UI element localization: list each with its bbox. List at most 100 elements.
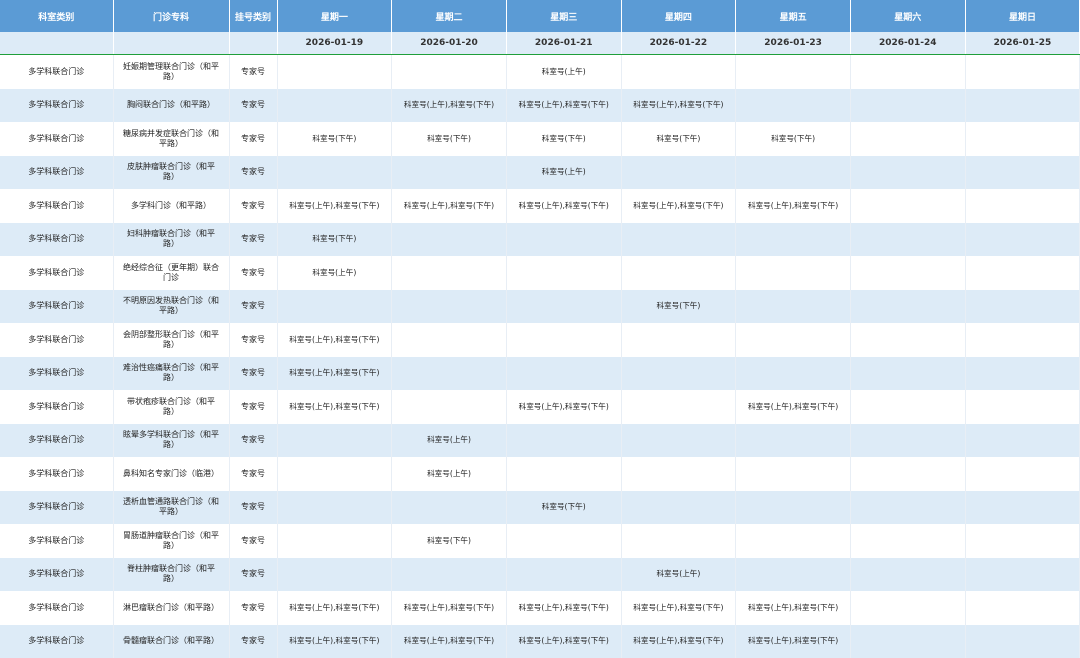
category-cell: 多学科联合门诊 — [0, 558, 113, 592]
category-cell: 多学科联合门诊 — [0, 89, 113, 123]
schedule-slot-cell: 科室号(下午) — [621, 122, 736, 156]
type-cell: 专家号 — [229, 323, 277, 357]
category-cell: 多学科联合门诊 — [0, 256, 113, 290]
schedule-slot-cell: 科室号(下午) — [392, 524, 507, 558]
specialty-cell: 透析血管通路联合门诊（和平路） — [113, 491, 229, 525]
schedule-slot-cell: 科室号(下午) — [392, 122, 507, 156]
header-row: 科室类别 门诊专科 挂号类别 星期一 星期二 星期三 星期四 星期五 星期六 星… — [0, 0, 1080, 32]
schedule-slot-cell — [277, 558, 392, 592]
specialty-cell: 糖尿病并发症联合门诊（和平路） — [113, 122, 229, 156]
type-cell: 专家号 — [229, 189, 277, 223]
schedule-slot-cell — [392, 323, 507, 357]
schedule-slot-cell — [621, 424, 736, 458]
schedule-slot-cell — [965, 424, 1080, 458]
schedule-slot-cell — [736, 558, 851, 592]
type-cell: 专家号 — [229, 625, 277, 658]
date-tuesday: 2026-01-20 — [392, 32, 507, 55]
schedule-slot-cell: 科室号(上午),科室号(下午) — [392, 189, 507, 223]
date-friday: 2026-01-23 — [736, 32, 851, 55]
schedule-slot-cell: 科室号(上午),科室号(下午) — [392, 591, 507, 625]
schedule-slot-cell — [621, 323, 736, 357]
type-cell: 专家号 — [229, 223, 277, 257]
schedule-slot-cell — [506, 323, 621, 357]
specialty-cell: 胸闷联合门诊（和平路） — [113, 89, 229, 123]
type-cell: 专家号 — [229, 89, 277, 123]
specialty-cell: 多学科门诊（和平路） — [113, 189, 229, 223]
table-row: 多学科联合门诊妊娠期管理联合门诊（和平路）专家号科室号(上午) — [0, 55, 1080, 89]
category-cell: 多学科联合门诊 — [0, 491, 113, 525]
schedule-slot-cell: 科室号(上午),科室号(下午) — [736, 591, 851, 625]
header-monday: 星期一 — [277, 0, 392, 32]
table-row: 多学科联合门诊多学科门诊（和平路）专家号科室号(上午),科室号(下午)科室号(上… — [0, 189, 1080, 223]
schedule-slot-cell: 科室号(上午),科室号(下午) — [736, 189, 851, 223]
schedule-slot-cell: 科室号(上午),科室号(下午) — [392, 625, 507, 658]
specialty-cell: 淋巴瘤联合门诊（和平路） — [113, 591, 229, 625]
type-cell: 专家号 — [229, 591, 277, 625]
type-cell: 专家号 — [229, 122, 277, 156]
schedule-slot-cell: 科室号(上午) — [621, 558, 736, 592]
specialty-cell: 胃肠道肿瘤联合门诊（和平路） — [113, 524, 229, 558]
schedule-slot-cell — [621, 524, 736, 558]
table-row: 多学科联合门诊糖尿病并发症联合门诊（和平路）专家号科室号(下午)科室号(下午)科… — [0, 122, 1080, 156]
schedule-slot-cell — [965, 457, 1080, 491]
schedule-slot-cell: 科室号(上午),科室号(下午) — [621, 591, 736, 625]
schedule-slot-cell — [736, 55, 851, 89]
category-cell: 多学科联合门诊 — [0, 591, 113, 625]
schedule-slot-cell — [850, 491, 965, 525]
schedule-slot-cell: 科室号(下午) — [621, 290, 736, 324]
specialty-cell: 带状疱疹联合门诊（和平路） — [113, 390, 229, 424]
category-cell: 多学科联合门诊 — [0, 55, 113, 89]
schedule-slot-cell — [506, 290, 621, 324]
category-cell: 多学科联合门诊 — [0, 457, 113, 491]
schedule-slot-cell — [850, 189, 965, 223]
specialty-cell: 会阴部整形联合门诊（和平路） — [113, 323, 229, 357]
schedule-slot-cell — [736, 424, 851, 458]
schedule-slot-cell — [392, 156, 507, 190]
schedule-slot-cell — [736, 156, 851, 190]
schedule-slot-cell: 科室号(上午),科室号(下午) — [506, 625, 621, 658]
header-saturday: 星期六 — [850, 0, 965, 32]
schedule-slot-cell — [621, 156, 736, 190]
schedule-slot-cell — [965, 323, 1080, 357]
type-cell: 专家号 — [229, 290, 277, 324]
type-cell: 专家号 — [229, 457, 277, 491]
schedule-slot-cell — [277, 424, 392, 458]
schedule-slot-cell — [506, 558, 621, 592]
date-monday: 2026-01-19 — [277, 32, 392, 55]
schedule-slot-cell — [736, 357, 851, 391]
specialty-cell: 难治性癌痛联合门诊（和平路） — [113, 357, 229, 391]
table-row: 多学科联合门诊妇科肿瘤联合门诊（和平路）专家号科室号(下午) — [0, 223, 1080, 257]
schedule-slot-cell — [965, 256, 1080, 290]
date-wednesday: 2026-01-21 — [506, 32, 621, 55]
header-specialty: 门诊专科 — [113, 0, 229, 32]
schedule-slot-cell: 科室号(下午) — [277, 122, 392, 156]
table-row: 多学科联合门诊骨髓瘤联合门诊（和平路）专家号科室号(上午),科室号(下午)科室号… — [0, 625, 1080, 658]
schedule-slot-cell: 科室号(上午),科室号(下午) — [506, 390, 621, 424]
schedule-slot-cell: 科室号(上午) — [392, 457, 507, 491]
schedule-slot-cell — [506, 457, 621, 491]
schedule-slot-cell: 科室号(上午),科室号(下午) — [277, 357, 392, 391]
schedule-slot-cell — [506, 256, 621, 290]
schedule-slot-cell — [392, 256, 507, 290]
schedule-slot-cell — [965, 625, 1080, 658]
schedule-slot-cell — [850, 591, 965, 625]
schedule-slot-cell — [277, 491, 392, 525]
schedule-slot-cell — [736, 524, 851, 558]
schedule-slot-cell: 科室号(上午),科室号(下午) — [277, 591, 392, 625]
date-sunday: 2026-01-25 — [965, 32, 1080, 55]
schedule-slot-cell — [850, 122, 965, 156]
schedule-slot-cell — [965, 357, 1080, 391]
schedule-slot-cell — [965, 290, 1080, 324]
table-row: 多学科联合门诊绝经综合征（更年期）联合门诊专家号科室号(上午) — [0, 256, 1080, 290]
schedule-slot-cell — [736, 256, 851, 290]
schedule-slot-cell: 科室号(下午) — [277, 223, 392, 257]
table-row: 多学科联合门诊透析血管通路联合门诊（和平路）专家号科室号(下午) — [0, 491, 1080, 525]
schedule-slot-cell — [850, 524, 965, 558]
schedule-slot-cell — [736, 491, 851, 525]
schedule-slot-cell — [277, 89, 392, 123]
type-cell: 专家号 — [229, 524, 277, 558]
schedule-slot-cell — [277, 55, 392, 89]
schedule-slot-cell — [850, 390, 965, 424]
category-cell: 多学科联合门诊 — [0, 424, 113, 458]
schedule-slot-cell — [850, 89, 965, 123]
